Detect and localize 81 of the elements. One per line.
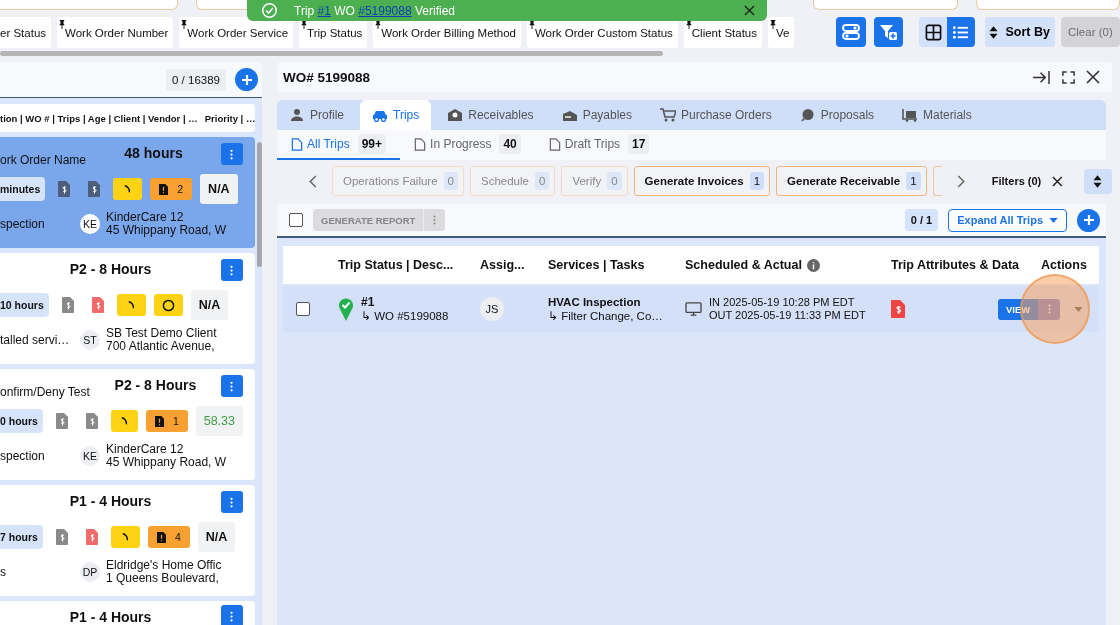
priority-label: P2 - 8 Hours <box>69 261 152 277</box>
alert-count: 1 <box>172 415 179 427</box>
task-list: ↳ Filter Change, Co… <box>548 308 663 323</box>
column-header: Actions <box>1041 258 1087 272</box>
client-avatar: DP <box>80 562 100 582</box>
age-chip: 10 hours <box>0 293 49 317</box>
metric-value: N/A <box>200 174 238 204</box>
service-name: HVAC Inspection <box>548 295 641 308</box>
trip-count: 99+ <box>357 134 387 154</box>
selection-count: 0 / 1 <box>904 209 939 231</box>
service-name: spection <box>0 217 46 231</box>
client-address: 700 Atlantic Avenue, <box>106 340 216 353</box>
work-order-name: onfirm/Deny Test <box>0 385 90 399</box>
tab[interactable]: Purchase Orders <box>648 100 784 130</box>
service-name: spection <box>0 449 46 463</box>
metric-value: N/A <box>190 290 229 320</box>
client-name: KinderCare 12 <box>106 211 185 224</box>
column-header: Services | Tasks <box>548 258 645 272</box>
stage-chip[interactable]: Generate Invoices 1 <box>633 166 771 196</box>
client-address: 45 Whippany Road, W <box>106 224 227 237</box>
subtab[interactable]: Draft Trips 17 <box>534 130 664 160</box>
trip-number[interactable]: #1 <box>361 295 449 309</box>
client-address: 45 Whippany Road, W <box>106 456 227 469</box>
stage-chip[interactable]: Generate Receivable 1 <box>776 166 927 196</box>
priority-label: P2 - 8 Hours <box>114 377 197 393</box>
column-headers: tion | WO # | Trips | Age | Client | Vendor | … <box>0 112 198 124</box>
priority-label: P1 - 4 Hours <box>69 609 152 625</box>
client-name: Eldridge's Home Offic <box>106 559 222 572</box>
age-chip: 7 hours <box>0 525 43 549</box>
check-out-time: OUT 2025-05-19 11:33 PM EDT <box>709 309 866 322</box>
work-order-card[interactable]: P1 - 4 Hours <box>0 601 255 625</box>
client-name: SB Test Demo Client <box>106 327 217 340</box>
client-avatar: ST <box>80 330 100 350</box>
subtab[interactable]: In Progress 40 <box>400 130 535 160</box>
filter-chip[interactable]: er Status <box>0 17 52 48</box>
tab[interactable]: Materials <box>890 100 984 130</box>
expand-all-button[interactable]: Expand All Trips <box>948 208 1067 232</box>
subtab[interactable]: All Trips 99+ <box>277 130 401 160</box>
column-header: Trip Status | Desc... <box>338 258 454 272</box>
assignee-avatar: JS <box>480 297 504 321</box>
age-chip: 0 hours <box>0 409 43 433</box>
work-order-name: ork Order Name <box>0 153 87 167</box>
client-avatar: KE <box>80 446 100 466</box>
priority-header: Priority | … <box>204 112 256 124</box>
tab[interactable]: Profile <box>277 100 356 130</box>
filter-chip[interactable]: Ve <box>768 17 795 48</box>
work-order-title: WO# 5199088 <box>283 69 371 85</box>
client-name: KinderCare 12 <box>106 443 185 456</box>
stage-count: 1 <box>906 172 921 190</box>
tab[interactable]: Proposals <box>787 100 887 130</box>
tab[interactable]: Receivables <box>435 100 546 130</box>
filter-chip[interactable]: Work Order Number <box>57 17 174 48</box>
stage-count: 0 <box>443 172 458 190</box>
toast-message: Trip #1 WO #5199088 Verified <box>294 3 455 18</box>
tab[interactable]: Payables <box>549 100 644 130</box>
age-chip: minutes <box>0 177 46 201</box>
stage-count: 0 <box>607 172 622 190</box>
trip-count: 17 <box>628 134 650 154</box>
metric-value: N/A <box>197 522 236 552</box>
client-avatar: KE <box>80 214 100 234</box>
stage-count: 0 <box>535 172 550 190</box>
tab[interactable]: Trips <box>360 100 432 130</box>
check-in-time: IN 2025-05-19 10:28 PM EDT <box>709 296 855 309</box>
alert-count: 4 <box>174 531 181 543</box>
service-name: s <box>0 565 7 579</box>
metric-value: 58.33 <box>195 406 243 436</box>
column-header: Assig... <box>480 258 525 272</box>
priority-label: 48 hours <box>124 145 183 161</box>
service-name: talled servi… <box>0 333 71 347</box>
column-header: Scheduled & Actual <box>685 258 802 272</box>
client-address: 1 Queens Boulevard, <box>106 572 220 585</box>
stage-count: 1 <box>749 172 765 190</box>
filters-label: Filters (0) <box>991 175 1042 187</box>
column-header: Trip Attributes & Data <box>891 258 1020 272</box>
alert-count: 2 <box>177 183 184 195</box>
record-count: 0 / 16389 <box>166 68 226 91</box>
sort-button[interactable]: Sort By <box>984 17 1055 47</box>
trip-count: 40 <box>499 134 521 154</box>
priority-label: P1 - 4 Hours <box>69 493 152 509</box>
work-order-reference: ↳ WO #5199088 <box>361 309 449 323</box>
filter-chip[interactable]: Work Order Service <box>179 17 294 48</box>
